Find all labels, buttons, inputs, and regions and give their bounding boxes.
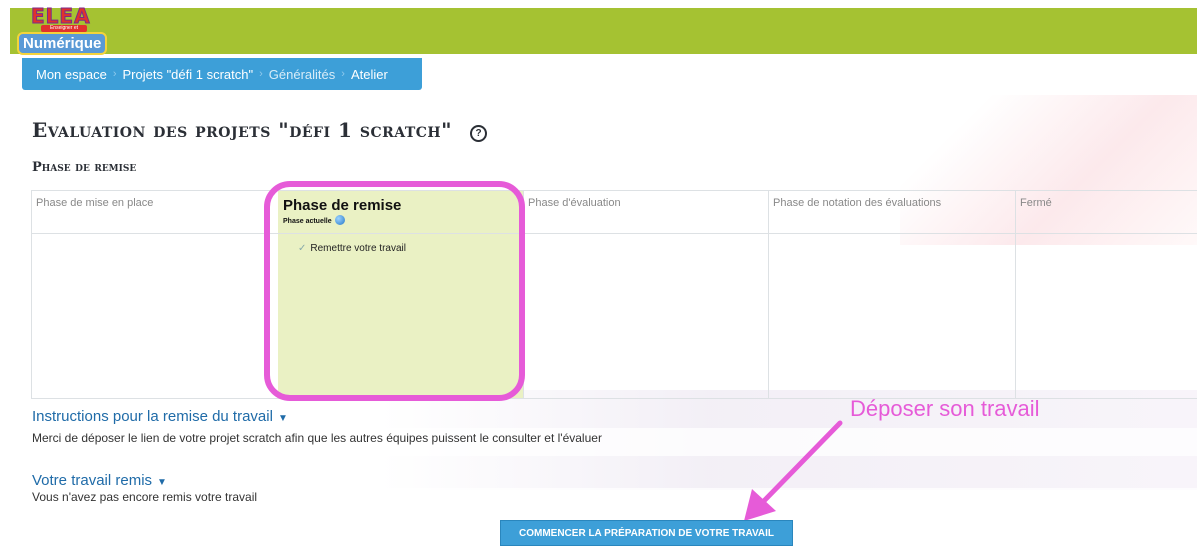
site-logo[interactable]: ELEA Enseigner et Apprendre Numérique <box>17 4 113 55</box>
submission-heading[interactable]: Votre travail remis ▼ <box>32 472 167 489</box>
phase-column: Phase de notation des évaluations <box>768 191 1016 398</box>
instructions-heading-label: Instructions pour la remise du travail <box>32 408 273 425</box>
current-phase-heading: Phase de remise <box>32 160 137 175</box>
logo-numerique-text: Numérique <box>17 32 108 55</box>
caret-down-icon: ▼ <box>157 477 167 488</box>
instructions-text: Merci de déposer le lien de votre projet… <box>32 431 602 445</box>
phases-table: Phase de mise en place Phase de remise P… <box>31 190 1197 399</box>
breadcrumb-projets[interactable]: Projets "défi 1 scratch" <box>123 67 254 82</box>
instructions-heading[interactable]: Instructions pour la remise du travail ▼ <box>32 408 288 425</box>
phase-column: Fermé <box>1015 191 1197 398</box>
phase-column: Phase de mise en place <box>31 191 279 398</box>
submission-status-text: Vous n'avez pas encore remis votre trava… <box>32 490 258 504</box>
phase-name: Phase d'évaluation <box>528 197 621 209</box>
table-divider <box>31 233 1197 234</box>
annotation-arrow-icon <box>744 420 843 521</box>
phase-column: Phase d'évaluation <box>523 191 769 398</box>
help-icon[interactable]: ? <box>470 125 487 142</box>
breadcrumb-mon-espace[interactable]: Mon espace <box>36 67 107 82</box>
start-submission-button[interactable]: COMMENCER LA PRÉPARATION DE VOTRE TRAVAI… <box>500 520 793 546</box>
top-banner <box>10 8 1197 54</box>
phase-name: Phase de mise en place <box>36 197 154 209</box>
breadcrumb-separator: › <box>112 68 117 80</box>
annotation-label: Déposer son travail <box>850 396 1040 421</box>
submission-heading-label: Votre travail remis <box>32 472 153 489</box>
caret-down-icon: ▼ <box>277 413 288 424</box>
phase-name: Phase de notation des évaluations <box>773 197 942 209</box>
breadcrumb-separator: › <box>341 68 345 80</box>
breadcrumb-atelier[interactable]: Atelier <box>351 67 388 82</box>
breadcrumb: Mon espace › Projets "défi 1 scratch" › … <box>22 58 422 90</box>
annotation-highlight <box>264 181 525 401</box>
logo-tagline: Enseigner et Apprendre <box>41 25 87 38</box>
page-title: Evaluation des projets "défi 1 scratch" <box>32 118 453 142</box>
phase-name: Fermé <box>1020 197 1052 209</box>
breadcrumb-generalites[interactable]: Généralités <box>269 67 335 82</box>
breadcrumb-separator: › <box>259 68 263 80</box>
